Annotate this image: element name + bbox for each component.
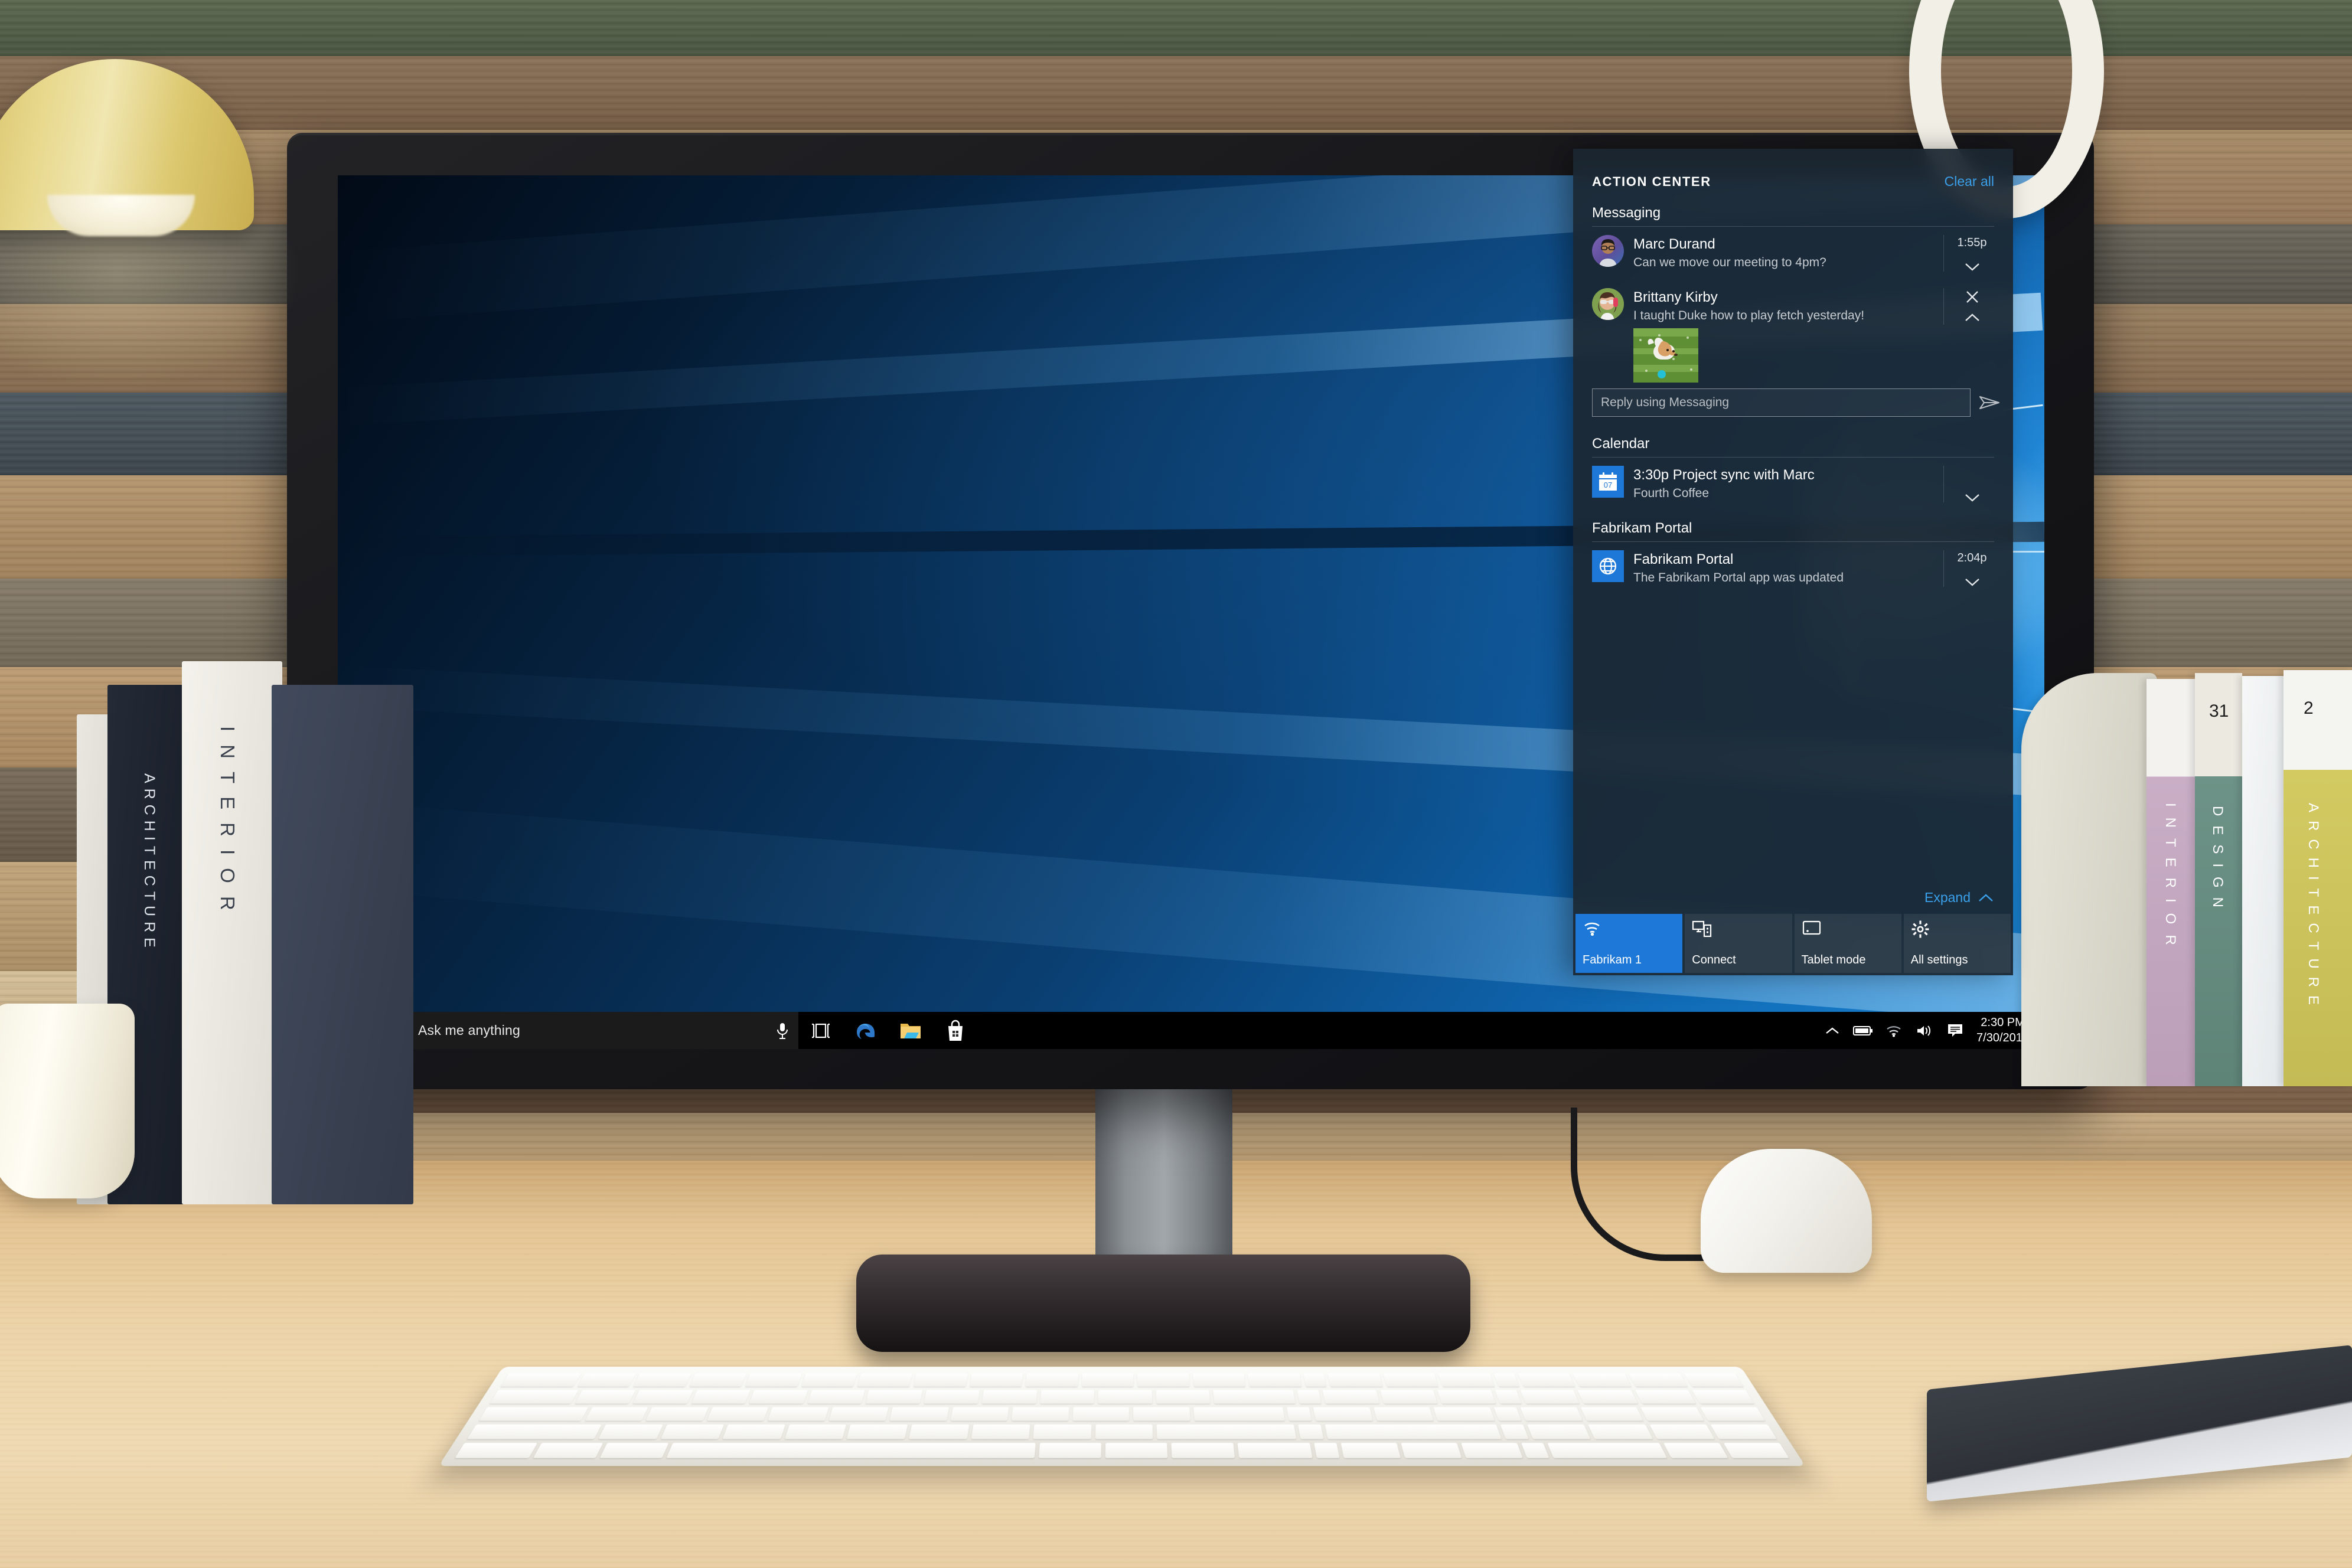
wifi-icon[interactable] xyxy=(1878,1012,1909,1049)
expand-button[interactable]: Expand xyxy=(1924,890,1971,906)
contact-avatar-brittany xyxy=(1592,288,1624,320)
connect-icon xyxy=(1692,920,1785,937)
taskbar[interactable]: Ask me anything 2:30 PM 7/30/2015 xyxy=(338,1012,2044,1049)
chevron-down-icon[interactable] xyxy=(1964,493,1981,502)
notification-body: Brittany Kirby I taught Duke how to play… xyxy=(1633,288,1934,324)
quick-action-label: Connect xyxy=(1692,953,1736,966)
keyboard-row xyxy=(500,1373,1744,1387)
task-view-icon[interactable] xyxy=(798,1012,843,1049)
magazine-architecture: 2 ARCHITECTURE xyxy=(2284,670,2352,1086)
notification-list[interactable]: Messaging Marc Durand Can we move our me… xyxy=(1573,195,2013,884)
magazine-spine-label: DESIGN xyxy=(2210,806,2226,917)
notification-body: 3:30p Project sync with Marc Fourth Coff… xyxy=(1633,466,1934,502)
notification-brittany-kirby[interactable]: Brittany Kirby I taught Duke how to play… xyxy=(1573,280,2013,326)
magazine-issue-number: 2 xyxy=(2304,698,2314,718)
action-center-header: ACTION CENTER Clear all xyxy=(1573,149,2013,195)
magazine-interior: INTERIOR xyxy=(2147,679,2195,1086)
microphone-icon[interactable] xyxy=(776,1022,789,1040)
notification-marc-durand[interactable]: Marc Durand Can we move our meeting to 4… xyxy=(1573,227,2013,280)
svg-text:07: 07 xyxy=(1604,481,1612,489)
chevron-up-icon[interactable] xyxy=(1964,313,1981,322)
notification-subtitle: Fourth Coffee xyxy=(1633,486,1710,501)
tablet-mode-icon xyxy=(1802,920,1894,936)
contact-avatar-marc xyxy=(1592,235,1624,267)
reply-input[interactable]: Reply using Messaging xyxy=(1592,388,1971,417)
notification-subtitle: Can we move our meeting to 4pm? xyxy=(1633,256,1826,270)
quick-action-all-settings[interactable]: All settings xyxy=(1903,914,2011,973)
quick-action-connect[interactable]: Connect xyxy=(1685,914,1792,973)
notification-fabrikam-portal[interactable]: Fabrikam Portal The Fabrikam Portal app … xyxy=(1573,542,2013,595)
book-navy-backdrop xyxy=(272,685,413,1204)
quick-action-label: Fabrikam 1 xyxy=(1583,953,1642,966)
quick-action-label: Tablet mode xyxy=(1801,953,1866,966)
search-placeholder: Ask me anything xyxy=(418,1023,521,1038)
action-center-icon[interactable] xyxy=(1940,1012,1971,1049)
notification-title: 3:30p Project sync with Marc xyxy=(1633,467,1815,483)
computer-mouse xyxy=(1701,1149,1872,1273)
keyboard-row xyxy=(478,1407,1766,1421)
notification-meta xyxy=(1943,288,2000,325)
magazine-spine-label: ARCHITECTURE xyxy=(2305,803,2321,1014)
notification-subtitle: I taught Duke how to play fetch yesterda… xyxy=(1633,309,1865,323)
magazine-design: 31 DESIGN xyxy=(2195,673,2242,1086)
magazine-issue-number: 31 xyxy=(2209,701,2229,721)
coffee-mug xyxy=(0,1004,135,1198)
quick-actions-grid[interactable]: Fabrikam 1 Connect Tablet mode All setti… xyxy=(1573,914,2013,975)
chevron-down-icon[interactable] xyxy=(1964,262,1981,272)
volume-icon[interactable] xyxy=(1909,1012,1940,1049)
monitor-stand-base xyxy=(856,1255,1470,1352)
chevron-up-icon[interactable] xyxy=(1978,893,1994,903)
notification-timestamp: 1:55p xyxy=(1957,236,1987,249)
magazine-white xyxy=(2242,676,2284,1086)
store-icon[interactable] xyxy=(933,1012,978,1049)
reply-row[interactable]: Reply using Messaging xyxy=(1573,383,2013,426)
show-hidden-icons-icon[interactable] xyxy=(1817,1012,1848,1049)
notification-subtitle: The Fabrikam Portal app was updated xyxy=(1633,571,1844,585)
edge-icon[interactable] xyxy=(843,1012,888,1049)
notification-meta: 1:55p xyxy=(1943,235,2000,272)
group-title-messaging: Messaging xyxy=(1592,205,1661,221)
clear-all-button[interactable]: Clear all xyxy=(1945,174,1994,190)
globe-icon xyxy=(1592,550,1624,582)
chevron-down-icon[interactable] xyxy=(1964,577,1981,587)
keyboard-row xyxy=(455,1443,1789,1458)
notification-meta xyxy=(1943,466,2000,502)
magazine-holder: INTERIOR 31 DESIGN 2 ARCHITECTURE xyxy=(2021,661,2352,1086)
notification-title: Brittany Kirby xyxy=(1633,289,1718,305)
notification-body: Fabrikam Portal The Fabrikam Portal app … xyxy=(1633,550,1934,586)
action-center-panel[interactable]: ACTION CENTER Clear all Messaging Marc D… xyxy=(1573,149,2013,975)
desk-lamp-bulb xyxy=(47,195,195,236)
search-input[interactable]: Ask me anything xyxy=(385,1012,798,1049)
battery-icon[interactable] xyxy=(1848,1012,1878,1049)
quick-action-fabrikam-1[interactable]: Fabrikam 1 xyxy=(1575,914,1683,973)
expand-row[interactable]: Expand xyxy=(1573,884,2013,914)
send-icon[interactable] xyxy=(1979,394,2000,411)
gear-icon xyxy=(1911,920,2004,939)
notification-title: Fabrikam Portal xyxy=(1633,551,1734,567)
close-icon[interactable] xyxy=(1965,289,1980,305)
group-title-calendar: Calendar xyxy=(1592,436,1650,452)
magazine-spine-label: INTERIOR xyxy=(2162,803,2178,956)
keyboard[interactable] xyxy=(438,1367,1806,1466)
notification-meta: 2:04p xyxy=(1943,550,2000,587)
notification-calendar-event[interactable]: 07 3:30p Project sync with Marc Fourth C… xyxy=(1573,458,2013,511)
page-title: ACTION CENTER xyxy=(1592,174,1711,189)
system-tray[interactable]: 2:30 PM 7/30/2015 xyxy=(1817,1012,2044,1049)
notification-title: Marc Durand xyxy=(1633,236,1715,252)
group-title-fabrikam-portal: Fabrikam Portal xyxy=(1592,520,1692,536)
keyboard-row xyxy=(490,1390,1754,1404)
magazine-holder-front xyxy=(2021,673,2157,1086)
book-spine-label: ARCHITECTURE xyxy=(141,773,158,953)
notification-timestamp: 2:04p xyxy=(1957,551,1987,564)
keyboard-row xyxy=(467,1425,1777,1439)
dog-photo[interactable] xyxy=(1633,328,1698,383)
quick-action-label: All settings xyxy=(1910,953,1968,966)
wifi-icon xyxy=(1583,920,1675,936)
file-explorer-icon[interactable] xyxy=(888,1012,933,1049)
book-interior: INTERIOR xyxy=(182,661,282,1204)
notification-body: Marc Durand Can we move our meeting to 4… xyxy=(1633,235,1934,271)
book-spine-label: INTERIOR xyxy=(217,726,239,923)
calendar-icon: 07 xyxy=(1592,466,1624,498)
quick-action-tablet-mode[interactable]: Tablet mode xyxy=(1794,914,1901,973)
